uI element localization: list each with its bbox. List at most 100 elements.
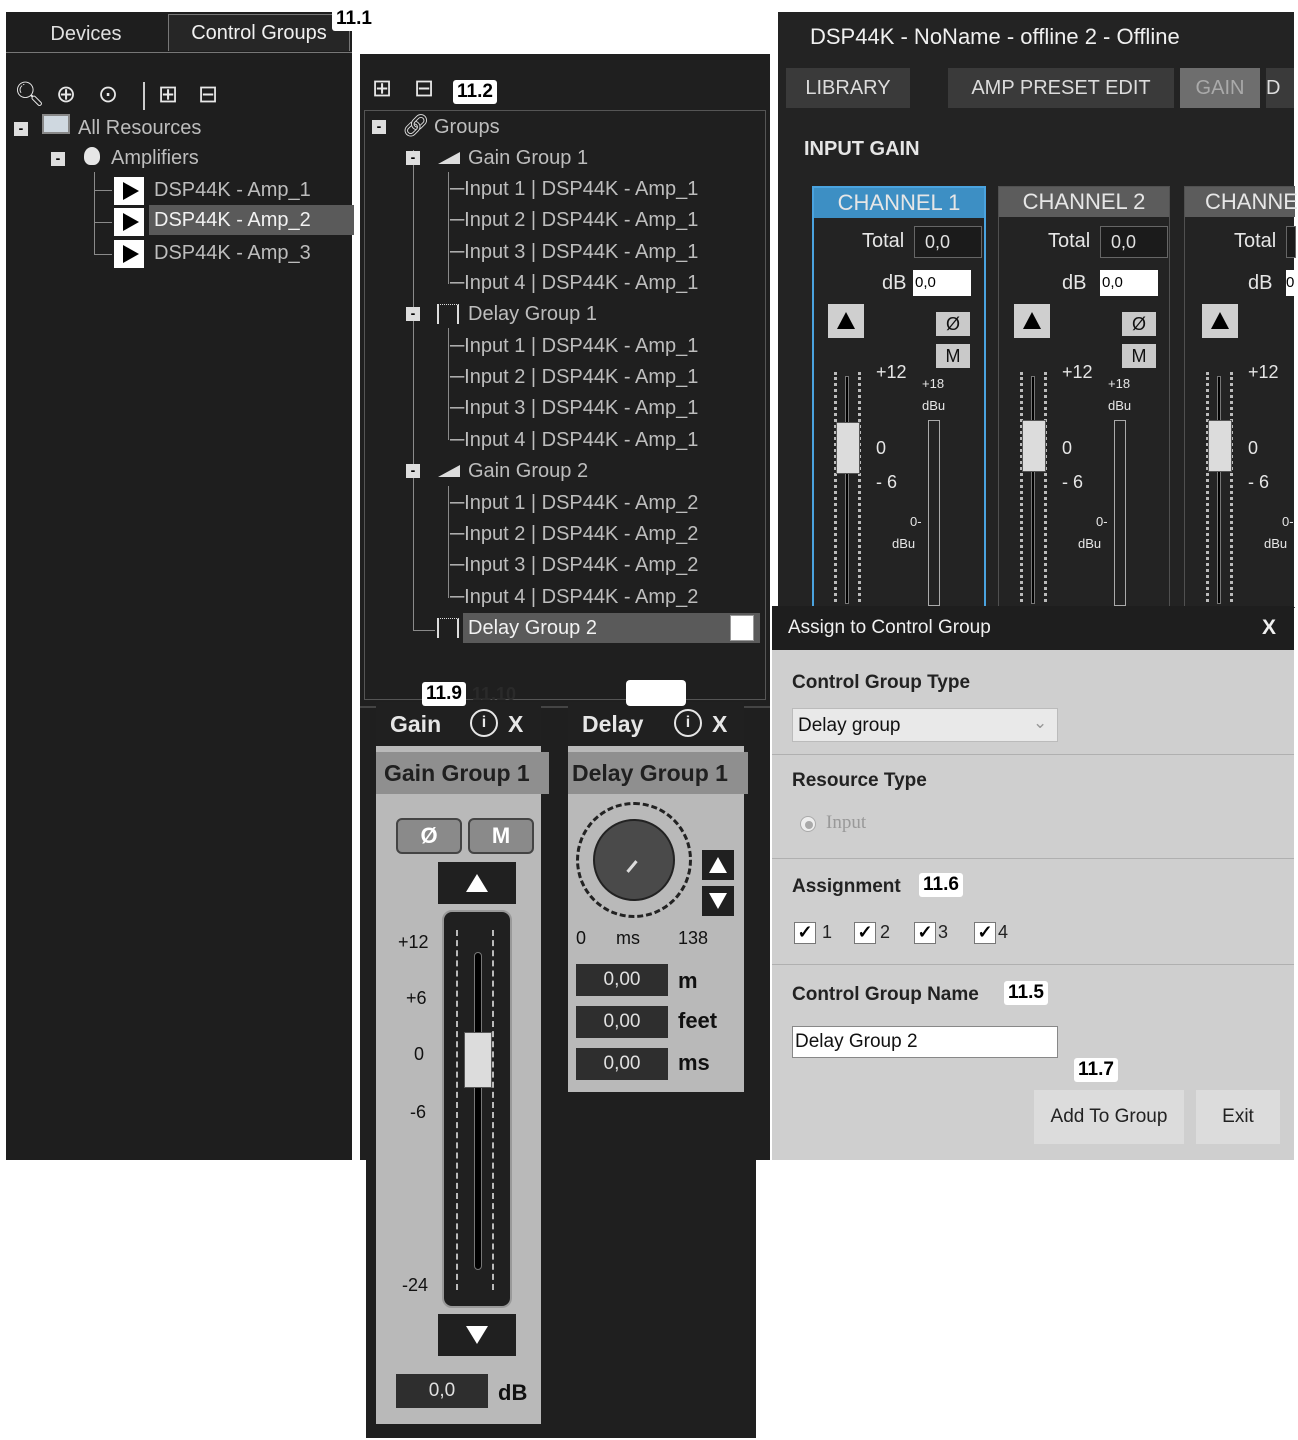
tree-line (448, 328, 449, 440)
mute-button[interactable]: M (1122, 344, 1156, 368)
tree-root-groups[interactable]: Groups (434, 112, 500, 142)
tree-delay-group-1[interactable]: Delay Group 1 (468, 299, 597, 329)
tab-more[interactable]: D (1266, 68, 1294, 108)
tree-input[interactable]: ─Input 4 | DSP44K - Amp_2 (450, 582, 698, 612)
channel-name: CHANNE (1185, 187, 1298, 217)
mute-button[interactable]: M (936, 344, 970, 368)
delay-widget: Delay i X Delay Group 1 0 ms 138 0,00 m … (568, 702, 748, 1092)
channel-fader-knob[interactable] (1022, 420, 1046, 472)
assignment-checkbox-4[interactable]: ✓ (974, 922, 996, 944)
assignment-label-4: 4 (998, 922, 1009, 942)
expand-tree-icon[interactable]: ⊞ (158, 80, 178, 109)
gain-down-button[interactable] (438, 1314, 516, 1356)
tree-gain-group-1[interactable]: Gain Group 1 (468, 143, 588, 173)
collapse-icon[interactable]: - (406, 463, 420, 478)
channel-fader-knob[interactable] (836, 422, 860, 474)
close-icon[interactable]: X (508, 702, 523, 746)
channel-fader-knob[interactable] (1208, 420, 1232, 472)
scale-p12: +12 (1248, 362, 1279, 382)
tree-item-amp-3[interactable]: DSP44K - Amp_3 (154, 238, 311, 268)
tree-input[interactable]: ─Input 1 | DSP44K - Amp_1 (450, 174, 698, 204)
db-input[interactable]: 0,0 (1100, 270, 1158, 296)
collapse-icon[interactable]: - (372, 119, 386, 134)
tree-input[interactable]: ─Input 2 | DSP44K - Amp_1 (450, 205, 698, 235)
remove-group-icon[interactable]: ⊟ (414, 74, 434, 103)
tree-input[interactable]: ─Input 3 | DSP44K - Amp_2 (450, 550, 698, 580)
delay-meters-field[interactable]: 0,00 (576, 964, 668, 996)
meter-unit-label: dBu (1078, 536, 1102, 551)
tab-amp-preset-edit[interactable]: AMP PRESET EDIT (948, 68, 1174, 108)
gain-up-button[interactable] (438, 862, 516, 904)
tree-root[interactable]: All Resources (78, 113, 201, 143)
tree-item-amp-1[interactable]: DSP44K - Amp_1 (154, 175, 311, 205)
gain-up-button[interactable] (828, 304, 864, 338)
collapse-icon[interactable]: - (51, 151, 65, 166)
scale-ticks (1020, 372, 1023, 602)
delay-up-button[interactable] (702, 850, 734, 880)
drag-handle-icon[interactable] (730, 615, 754, 641)
add-to-group-button[interactable]: Add To Group (1034, 1090, 1184, 1144)
tree-item-amp-2[interactable]: DSP44K - Amp_2 (149, 205, 354, 235)
assignment-checkbox-2[interactable]: ✓ (854, 922, 876, 944)
tree-amplifiers[interactable]: Amplifiers (111, 143, 199, 173)
search-icon[interactable]: 🔍︎ (14, 80, 44, 109)
close-icon[interactable]: X (712, 702, 727, 746)
gain-up-button[interactable] (1014, 304, 1050, 338)
tree-input[interactable]: ─Input 2 | DSP44K - Amp_1 (450, 362, 698, 392)
scale-ticks (492, 930, 494, 1290)
db-input[interactable]: 0,0 (913, 270, 971, 296)
collapse-icon[interactable]: - (406, 306, 420, 321)
control-group-name-input[interactable] (792, 1026, 1058, 1058)
delay-feet-field[interactable]: 0,00 (576, 1006, 668, 1038)
control-group-type-select[interactable]: Delay group ⌄ (792, 708, 1058, 742)
close-icon[interactable]: X (1262, 616, 1276, 640)
add-group-icon[interactable]: ⊞ (372, 74, 392, 103)
tree-input[interactable]: ─Input 1 | DSP44K - Amp_1 (450, 331, 698, 361)
tree-input[interactable]: ─Input 3 | DSP44K - Amp_1 (450, 393, 698, 423)
mute-button[interactable]: M (468, 818, 534, 854)
triangle-up-icon (466, 874, 488, 892)
callout-11-6: 11.6 (919, 873, 963, 897)
assignment-checkbox-1[interactable]: ✓ (794, 922, 816, 944)
tree-input[interactable]: ─Input 1 | DSP44K - Amp_2 (450, 488, 698, 518)
zoom-fit-icon[interactable]: ⊙ (98, 80, 118, 109)
db-input[interactable]: 0 (1286, 270, 1294, 296)
delay-widget-header: Delay i X (568, 702, 744, 746)
delay-ms-field[interactable]: 0,00 (576, 1048, 668, 1080)
assignment-checkbox-3[interactable]: ✓ (914, 922, 936, 944)
delay-down-button[interactable] (702, 886, 734, 916)
tree-gain-group-2[interactable]: Gain Group 2 (468, 456, 588, 486)
gain-fader-track[interactable] (442, 910, 512, 1308)
callout-11-9: 11.9 (422, 682, 466, 706)
tree-line (413, 150, 414, 630)
exit-button[interactable]: Exit (1196, 1090, 1280, 1144)
gain-up-button[interactable] (1202, 304, 1238, 338)
collapse-icon[interactable]: - (406, 150, 420, 165)
tab-control-groups[interactable]: Control Groups (168, 14, 350, 51)
tree-input[interactable]: ─Input 4 | DSP44K - Amp_1 (450, 425, 698, 455)
callout-11-10: 11.10 (472, 684, 517, 704)
tree-delay-group-2[interactable]: Delay Group 2 (463, 613, 760, 643)
tab-library[interactable]: LIBRARY (786, 68, 910, 108)
gain-ramp-icon (438, 465, 460, 477)
info-icon[interactable]: i (674, 709, 702, 737)
resource-input-radio[interactable] (800, 816, 816, 832)
fader-slot (1217, 376, 1221, 604)
tab-devices[interactable]: Devices (6, 16, 166, 52)
phase-button[interactable]: Ø (1122, 312, 1156, 336)
zoom-in-icon[interactable]: ⊕ (56, 80, 76, 109)
collapse-tree-icon[interactable]: ⊟ (198, 80, 218, 109)
info-icon[interactable]: i (470, 709, 498, 737)
phase-button[interactable]: Ø (936, 312, 970, 336)
gain-value-field[interactable]: 0,0 (396, 1374, 488, 1408)
callout-11-1: 11.1 (332, 7, 376, 31)
delay-knob[interactable] (576, 802, 692, 918)
tree-input[interactable]: ─Input 2 | DSP44K - Amp_2 (450, 519, 698, 549)
tree-input[interactable]: ─Input 3 | DSP44K - Amp_1 (450, 237, 698, 267)
collapse-icon[interactable]: - (14, 121, 28, 136)
bulb-icon (84, 147, 100, 165)
tab-gain[interactable]: GAIN (1180, 68, 1260, 108)
phase-button[interactable]: Ø (396, 818, 462, 854)
tree-input[interactable]: ─Input 4 | DSP44K - Amp_1 (450, 268, 698, 298)
gain-fader-knob[interactable] (464, 1032, 492, 1088)
